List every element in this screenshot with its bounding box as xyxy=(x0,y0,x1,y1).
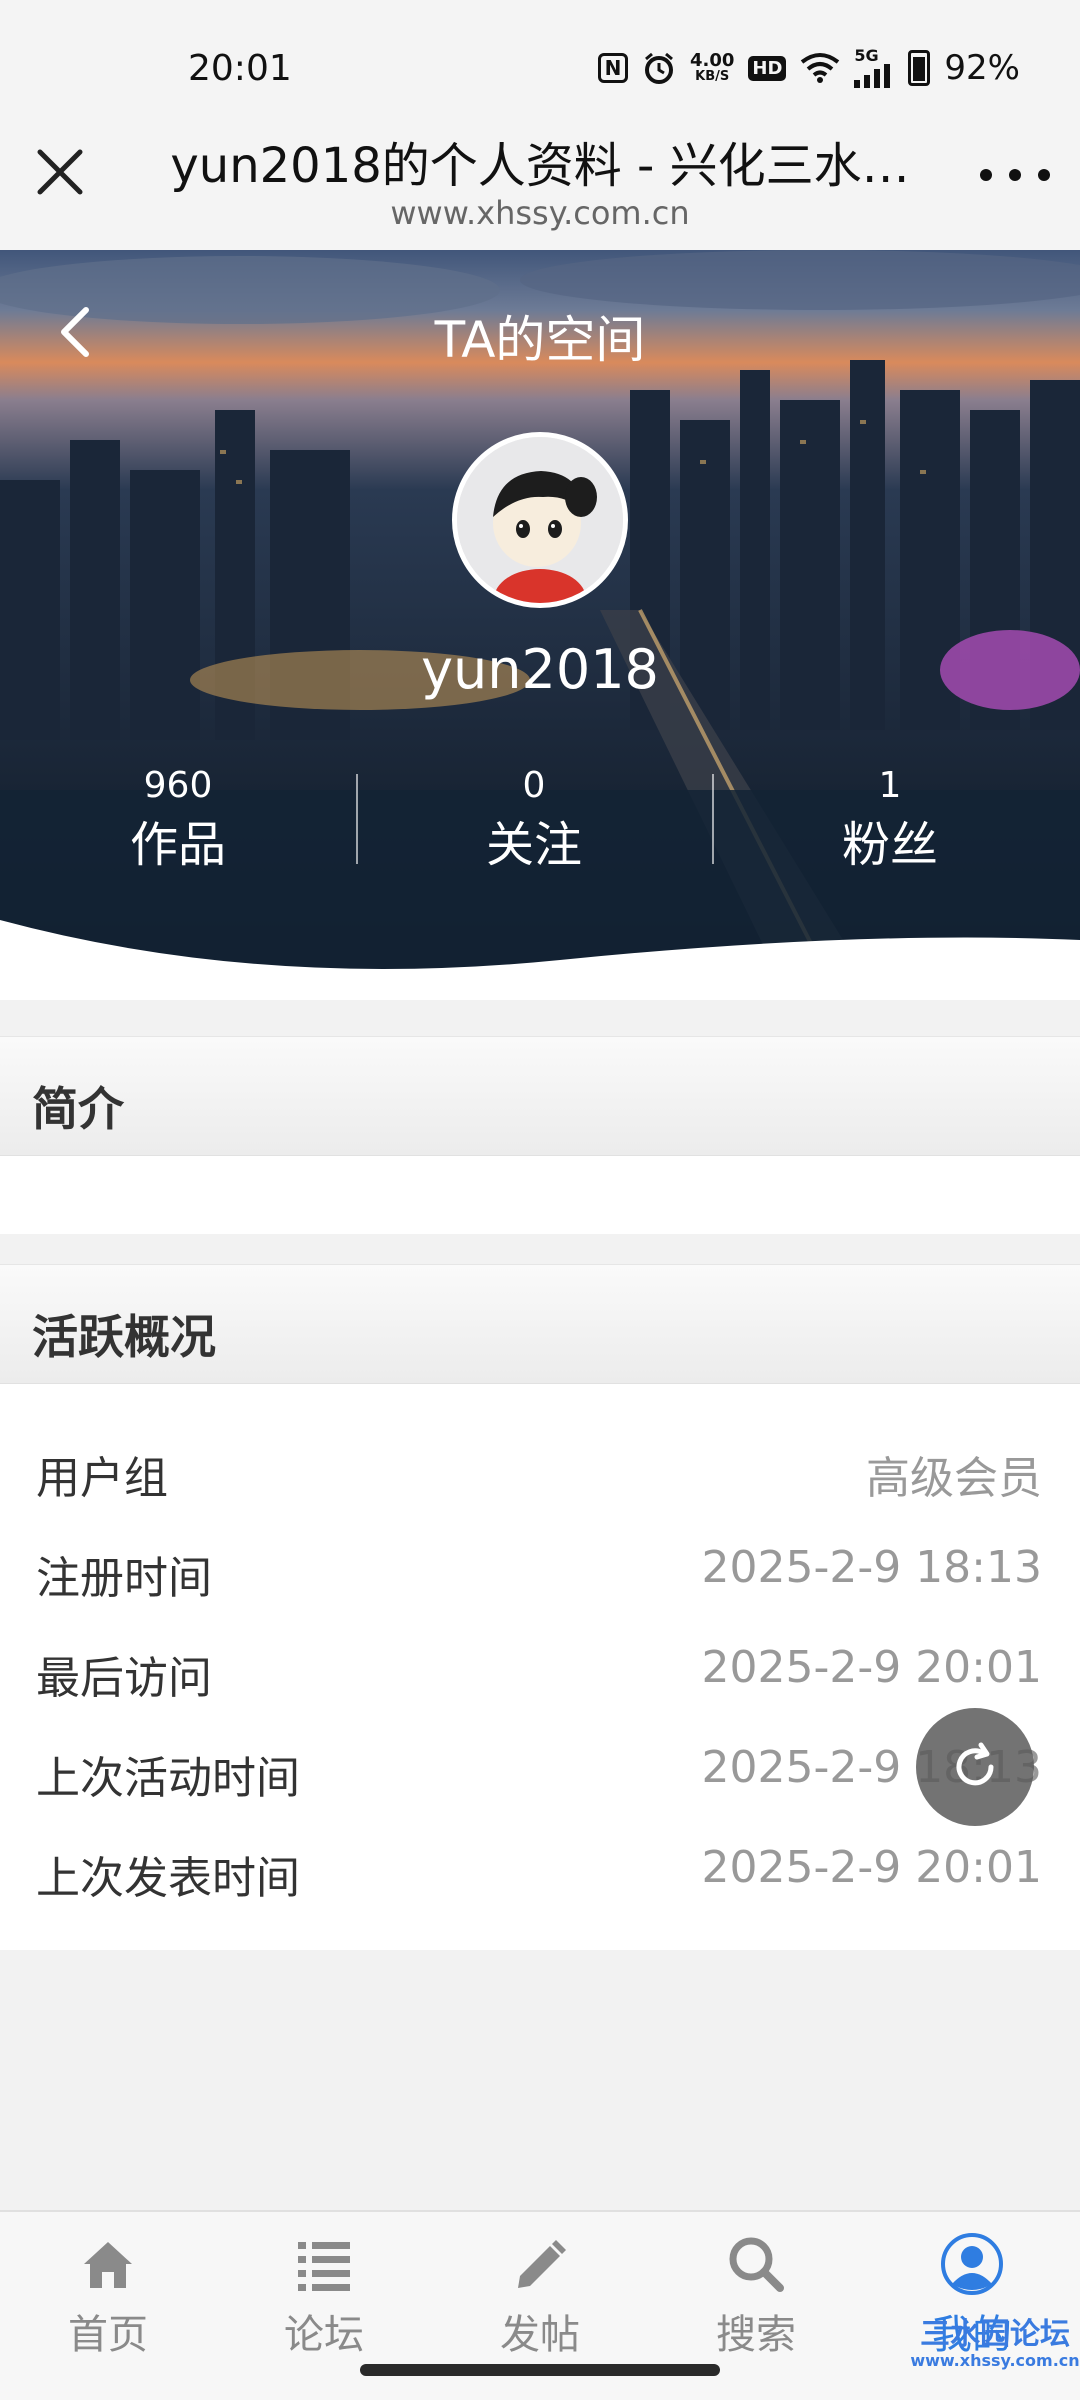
page-title: yun2018的个人资料 - 兴化三水… xyxy=(170,138,910,194)
signal-icon: 5G xyxy=(854,48,894,88)
more-menu-button[interactable] xyxy=(980,160,1050,190)
watermark-url: www.xhssy.com.cn xyxy=(910,2351,1080,2370)
signal-label: 5G xyxy=(854,46,879,65)
activity-row-last-post: 上次发表时间 2025-2-9 20:01 xyxy=(0,1818,1080,1918)
stat-works-label: 作品 xyxy=(129,817,226,873)
row-label: 上次活动时间 xyxy=(36,1753,300,1804)
refresh-icon xyxy=(956,1742,994,1786)
net-speed: 4.00 KB/S xyxy=(690,52,734,84)
intro-content xyxy=(0,1156,1080,1234)
dot-icon xyxy=(980,169,992,181)
nav-home[interactable]: 首页 xyxy=(0,2232,216,2372)
net-speed-value: 4.00 xyxy=(689,50,735,71)
avatar[interactable] xyxy=(452,432,628,608)
nav-forum-label: 论坛 xyxy=(284,2312,364,2358)
status-icons: N 4.00 KB/S HD 5G 92% xyxy=(597,44,1020,92)
nav-search-label: 搜索 xyxy=(716,2312,796,2358)
home-icon xyxy=(84,2242,132,2288)
stat-followers-label: 粉丝 xyxy=(841,817,938,873)
stat-works-count: 960 xyxy=(143,765,213,806)
hd-icon: HD xyxy=(748,55,787,81)
row-value: 高级会员 xyxy=(866,1453,1042,1504)
row-value: 2025-2-9 18:13 xyxy=(701,1542,1042,1593)
row-value: 2025-2-9 20:01 xyxy=(701,1842,1042,1893)
battery-icon xyxy=(908,50,931,86)
battery-percent: 92% xyxy=(944,48,1020,88)
row-value: 2025-2-9 20:01 xyxy=(701,1642,1042,1693)
activity-row-register-time: 注册时间 2025-2-9 18:13 xyxy=(0,1518,1080,1618)
stat-following-count: 0 xyxy=(522,765,546,806)
refresh-float-button[interactable] xyxy=(916,1708,1034,1826)
profile-hero: TA的空间 yun2018 960 作品 0 关注 1 粉丝 xyxy=(0,250,1080,1000)
pencil-icon xyxy=(518,2240,566,2288)
nav-forum[interactable]: 论坛 xyxy=(216,2232,432,2372)
browser-bar: yun2018的个人资料 - 兴化三水… www.xhssy.com.cn xyxy=(0,120,1080,250)
nav-post[interactable]: 发帖 xyxy=(432,2232,648,2372)
close-icon xyxy=(37,149,83,195)
activity-heading: 活跃概况 xyxy=(32,1310,216,1364)
watermark-title: 三水园论坛 xyxy=(920,2317,1070,2352)
row-label: 上次发表时间 xyxy=(36,1853,300,1904)
page-url: www.xhssy.com.cn xyxy=(390,194,690,232)
username: yun2018 xyxy=(421,638,659,701)
stat-following-label: 关注 xyxy=(485,817,582,873)
home-indicator[interactable] xyxy=(360,2364,720,2376)
dot-icon xyxy=(1038,169,1050,181)
list-icon xyxy=(298,2242,350,2291)
nav-post-label: 发帖 xyxy=(500,2312,580,2358)
status-bar: 20:01 N 4.00 KB/S HD 5G 92% xyxy=(0,0,1080,120)
dot-icon xyxy=(1009,169,1021,181)
row-label: 注册时间 xyxy=(36,1553,212,1604)
wifi-icon xyxy=(800,52,840,84)
close-button[interactable] xyxy=(30,142,90,202)
intro-section-header: 简介 xyxy=(0,1036,1080,1156)
site-watermark: 三水园论坛 www.xhssy.com.cn xyxy=(910,2318,1080,2370)
user-icon xyxy=(941,2233,1003,2295)
row-label: 最后访问 xyxy=(36,1653,212,1704)
row-label: 用户组 xyxy=(36,1453,168,1504)
nav-home-label: 首页 xyxy=(68,2312,148,2358)
stat-followers-count: 1 xyxy=(878,765,902,806)
alarm-icon xyxy=(642,51,676,85)
cartoon-avatar-image xyxy=(457,437,623,603)
search-icon xyxy=(729,2237,784,2292)
activity-row-user-group: 用户组 高级会员 xyxy=(0,1418,1080,1518)
nfc-icon: N xyxy=(597,53,628,83)
activity-row-last-visit: 最后访问 2025-2-9 20:01 xyxy=(0,1618,1080,1718)
hero-wave-divider xyxy=(0,920,1080,1000)
space-title: TA的空间 xyxy=(434,311,646,369)
intro-heading: 简介 xyxy=(32,1082,124,1136)
status-time: 20:01 xyxy=(188,48,292,89)
activity-list: 用户组 高级会员 注册时间 2025-2-9 18:13 最后访问 2025-2… xyxy=(0,1384,1080,1950)
activity-section-header: 活跃概况 xyxy=(0,1264,1080,1384)
hero-bottom-spacer xyxy=(0,998,1080,1000)
nav-search[interactable]: 搜索 xyxy=(648,2232,864,2372)
net-speed-unit: KB/S xyxy=(695,69,730,84)
